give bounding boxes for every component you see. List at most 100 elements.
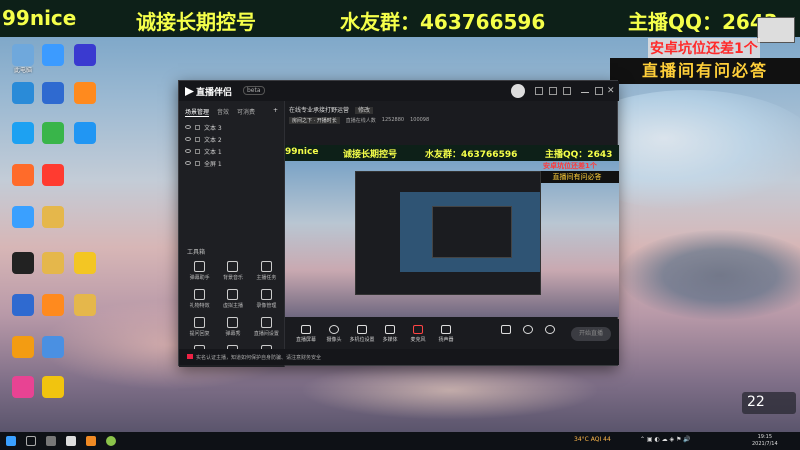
eye-icon[interactable] bbox=[185, 137, 191, 141]
desktop-shortcut[interactable] bbox=[6, 252, 40, 275]
message-icon[interactable] bbox=[549, 87, 557, 95]
desktop-shortcut[interactable] bbox=[68, 122, 102, 145]
maximize-icon[interactable] bbox=[595, 87, 603, 95]
eye-icon[interactable] bbox=[185, 161, 191, 165]
desktop-shortcut[interactable] bbox=[68, 294, 102, 317]
app-icon bbox=[12, 252, 34, 274]
desktop-shortcut[interactable] bbox=[6, 294, 40, 317]
stream-title-bar: 在线专业承接打野运营 修改 bbox=[289, 105, 373, 114]
status-popup[interactable]: 22 bbox=[742, 392, 796, 414]
minimize-icon[interactable] bbox=[581, 87, 589, 93]
taskbar-app-icon[interactable] bbox=[106, 436, 116, 446]
speaker-button[interactable]: 扬声器 bbox=[431, 325, 461, 343]
tool-button[interactable]: 背景音乐 bbox=[216, 261, 249, 281]
lock-icon[interactable] bbox=[195, 160, 200, 166]
app-icon bbox=[74, 82, 96, 104]
lock-icon[interactable] bbox=[195, 124, 200, 130]
app-icon bbox=[42, 252, 64, 274]
multi-camera-button[interactable]: 多机位设置 bbox=[347, 325, 377, 343]
desktop-shortcut[interactable] bbox=[68, 252, 102, 275]
scene-item[interactable]: 文本 3 bbox=[179, 121, 284, 133]
app-icon bbox=[42, 164, 64, 186]
microphone-button[interactable]: 麦克风 bbox=[403, 325, 433, 343]
taskbar: 34°C AQI 44 ⌃ ▣ ◐ ☁ ◈ ⚑ 🔊 19:15 2021/7/14 bbox=[0, 432, 800, 450]
tool-button[interactable]: 弹幕助手 bbox=[183, 261, 216, 281]
desktop-shortcut[interactable] bbox=[6, 376, 40, 399]
live-companion-window: 直播伴侣 beta ✕ 场景管理 音效 可消费 + 文本 3 文本 2 文本 1 全屏… bbox=[178, 80, 619, 367]
overlay-calligraphy: 直播间有问必答 bbox=[610, 58, 800, 84]
desktop-shortcut[interactable]: 此电脑 bbox=[6, 44, 40, 75]
background-art bbox=[300, 360, 600, 420]
bell-icon[interactable] bbox=[563, 87, 571, 95]
desktop-shortcut[interactable] bbox=[36, 44, 70, 67]
tool-label: 主播任务 bbox=[256, 275, 277, 281]
notice-icon bbox=[187, 354, 193, 359]
tool-icon bbox=[227, 261, 239, 272]
taskbar-app-icon[interactable] bbox=[86, 436, 96, 446]
tool-button[interactable]: 直播间设置 bbox=[250, 317, 283, 337]
app-icon bbox=[12, 336, 34, 358]
tab-consumable[interactable]: 可消费 bbox=[237, 107, 255, 117]
desktop-shortcut[interactable] bbox=[68, 44, 102, 67]
settings-icon[interactable] bbox=[535, 87, 543, 95]
task-view-icon[interactable] bbox=[46, 436, 56, 446]
scene-item[interactable]: 文本 1 bbox=[179, 145, 284, 157]
app-icon bbox=[42, 294, 64, 316]
avatar[interactable] bbox=[511, 84, 525, 98]
scene-item[interactable]: 文本 2 bbox=[179, 133, 284, 145]
desktop-shortcut-label: 此电脑 bbox=[13, 67, 32, 74]
search-icon[interactable] bbox=[26, 436, 36, 446]
close-icon[interactable]: ✕ bbox=[607, 87, 615, 96]
scene-item[interactable]: 全屏 1 bbox=[179, 157, 284, 169]
multi-camera-icon bbox=[357, 325, 367, 334]
desktop-shortcut[interactable] bbox=[6, 82, 40, 105]
desktop-shortcut[interactable] bbox=[36, 294, 70, 317]
camera-button[interactable]: 摄像头 bbox=[319, 325, 349, 343]
desktop-shortcut[interactable] bbox=[6, 122, 40, 145]
banner-text: 99nice bbox=[2, 6, 77, 30]
desktop-shortcut[interactable] bbox=[36, 82, 70, 105]
start-live-button[interactable]: 开始直播 bbox=[571, 327, 611, 341]
desktop-shortcut[interactable] bbox=[6, 206, 40, 229]
media-button[interactable]: 多媒体 bbox=[375, 325, 405, 343]
gear-icon bbox=[545, 325, 555, 334]
tool-button[interactable]: 礼物特效 bbox=[183, 289, 216, 309]
desktop-shortcut[interactable] bbox=[36, 336, 70, 359]
desktop-shortcut[interactable] bbox=[36, 164, 70, 187]
tool-button[interactable]: 主播任务 bbox=[250, 261, 283, 281]
desktop-shortcut[interactable] bbox=[36, 252, 70, 275]
preview-banner-text: 主播QQ：2643 bbox=[545, 150, 613, 160]
settings-button[interactable] bbox=[535, 325, 565, 334]
tool-button[interactable]: 提问回复 bbox=[183, 317, 216, 337]
lock-icon[interactable] bbox=[195, 148, 200, 154]
tray-icons[interactable]: ⌃ ▣ ◐ ☁ ◈ ⚑ 🔊 bbox=[640, 436, 691, 443]
tool-label: 录像管理 bbox=[256, 303, 277, 309]
tool-button[interactable]: 录像管理 bbox=[250, 289, 283, 309]
tool-icon bbox=[260, 261, 272, 272]
tab-audio[interactable]: 音效 bbox=[217, 107, 229, 117]
desktop-shortcut[interactable] bbox=[36, 206, 70, 229]
weather-widget[interactable]: 34°C AQI 44 bbox=[574, 436, 611, 443]
tool-label: 弹幕助手 bbox=[189, 275, 210, 281]
desktop-shortcut[interactable] bbox=[36, 122, 70, 145]
clock[interactable]: 19:15 2021/7/14 bbox=[752, 434, 778, 448]
desktop-shortcut[interactable] bbox=[6, 336, 40, 359]
tool-button[interactable]: 弹幕秀 bbox=[216, 317, 249, 337]
speaker-icon bbox=[441, 325, 451, 334]
taskbar-app-icon[interactable] bbox=[66, 436, 76, 446]
app-icon bbox=[42, 206, 64, 228]
screen-capture-button[interactable]: 直播屏幕 bbox=[291, 325, 321, 343]
app-icon bbox=[42, 122, 64, 144]
desktop-shortcut[interactable] bbox=[6, 164, 40, 187]
eye-icon[interactable] bbox=[185, 125, 191, 129]
windows-start-icon[interactable] bbox=[6, 436, 16, 446]
lock-icon[interactable] bbox=[195, 136, 200, 142]
edit-button[interactable]: 修改 bbox=[354, 107, 373, 114]
add-scene-icon[interactable]: + bbox=[273, 107, 278, 117]
desktop-shortcut[interactable] bbox=[68, 82, 102, 105]
eye-icon[interactable] bbox=[185, 149, 191, 153]
meta-chip[interactable]: 房间之下 · 开播时长 bbox=[289, 117, 340, 124]
desktop-shortcut[interactable] bbox=[36, 376, 70, 399]
tool-button[interactable]: 虚拟主播 bbox=[216, 289, 249, 309]
tab-scenes[interactable]: 场景管理 bbox=[185, 107, 210, 117]
